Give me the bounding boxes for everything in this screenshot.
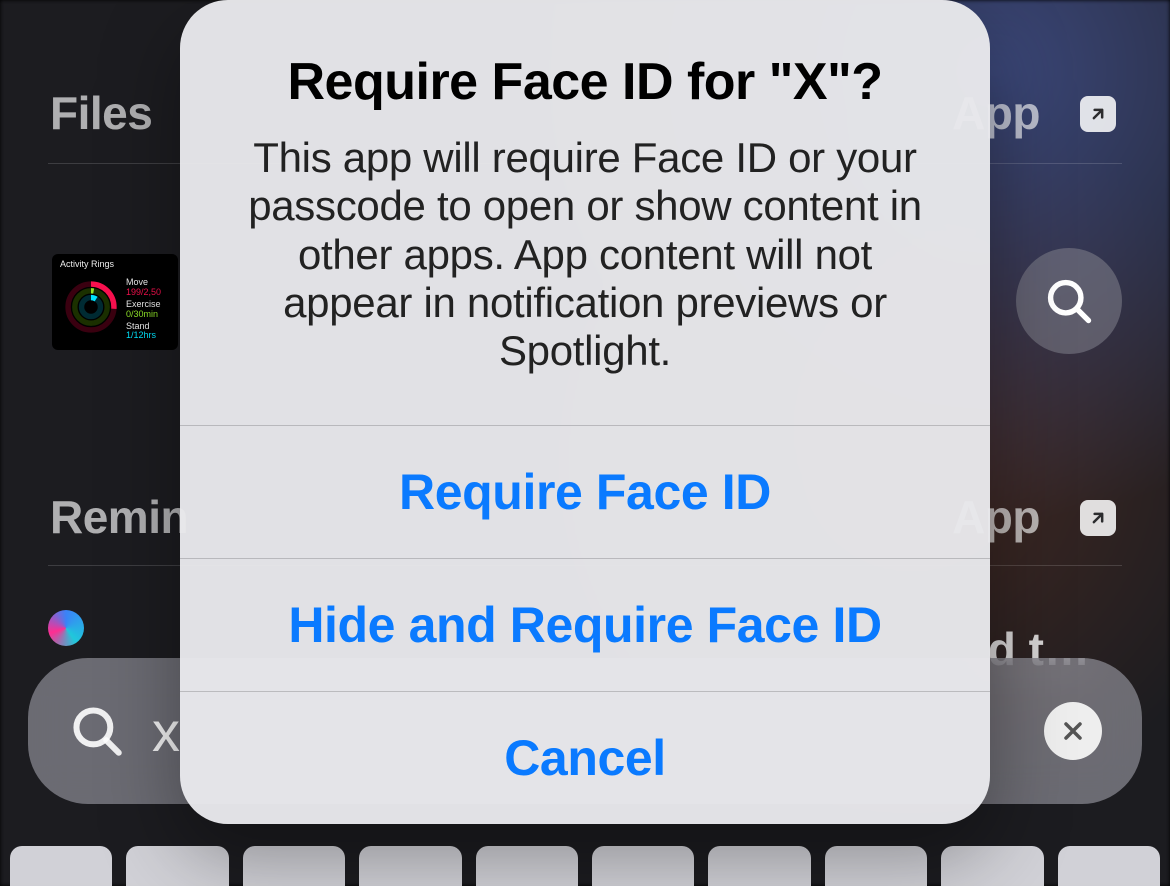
exercise-label: Exercise: [126, 299, 161, 309]
move-label: Move: [126, 277, 148, 287]
keyboard-key[interactable]: [592, 846, 694, 886]
keyboard-key[interactable]: [825, 846, 927, 886]
activity-title: Activity Rings: [60, 260, 170, 270]
close-icon: [1059, 717, 1087, 745]
keyboard-key[interactable]: [1058, 846, 1160, 886]
activity-rings-card[interactable]: Activity Rings Move199/2,50 Exercise0/30…: [52, 254, 178, 350]
sheet-title: Require Face ID for "X"?: [228, 52, 942, 112]
face-id-action-sheet: Require Face ID for "X"? This app will r…: [180, 0, 990, 824]
keyboard-key[interactable]: [10, 846, 112, 886]
cancel-button[interactable]: Cancel: [180, 691, 990, 824]
require-face-id-label: Require Face ID: [399, 463, 771, 521]
keyboard-key[interactable]: [476, 846, 578, 886]
open-app-icon-2[interactable]: [1080, 500, 1116, 536]
hide-and-require-face-id-button[interactable]: Hide and Require Face ID: [180, 558, 990, 691]
exercise-value: 0/30min: [126, 309, 158, 319]
stand-value: 1/12hrs: [126, 330, 156, 340]
section-reminders-label: Remin: [50, 490, 188, 544]
siri-icon: [48, 610, 84, 646]
section-files-label: Files: [50, 86, 152, 140]
open-app-icon[interactable]: [1080, 96, 1116, 132]
keyboard-row[interactable]: [10, 846, 1160, 886]
keyboard-key[interactable]: [708, 846, 810, 886]
stand-label: Stand: [126, 321, 150, 331]
require-face-id-button[interactable]: Require Face ID: [180, 425, 990, 558]
siri-suggestion-chip[interactable]: [48, 610, 84, 646]
keyboard-key[interactable]: [359, 846, 461, 886]
keyboard-key[interactable]: [126, 846, 228, 886]
search-icon: [68, 702, 126, 760]
keyboard-key[interactable]: [243, 846, 345, 886]
clear-search-button[interactable]: [1044, 702, 1102, 760]
spotlight-search-button[interactable]: [1016, 248, 1122, 354]
cancel-label: Cancel: [504, 729, 666, 787]
hide-and-require-label: Hide and Require Face ID: [288, 596, 881, 654]
search-icon: [1043, 275, 1095, 327]
activity-rings-icon: [64, 280, 118, 334]
sheet-message: This app will require Face ID or your pa…: [228, 134, 942, 375]
move-value: 199/2,50: [126, 287, 161, 297]
keyboard-key[interactable]: [941, 846, 1043, 886]
